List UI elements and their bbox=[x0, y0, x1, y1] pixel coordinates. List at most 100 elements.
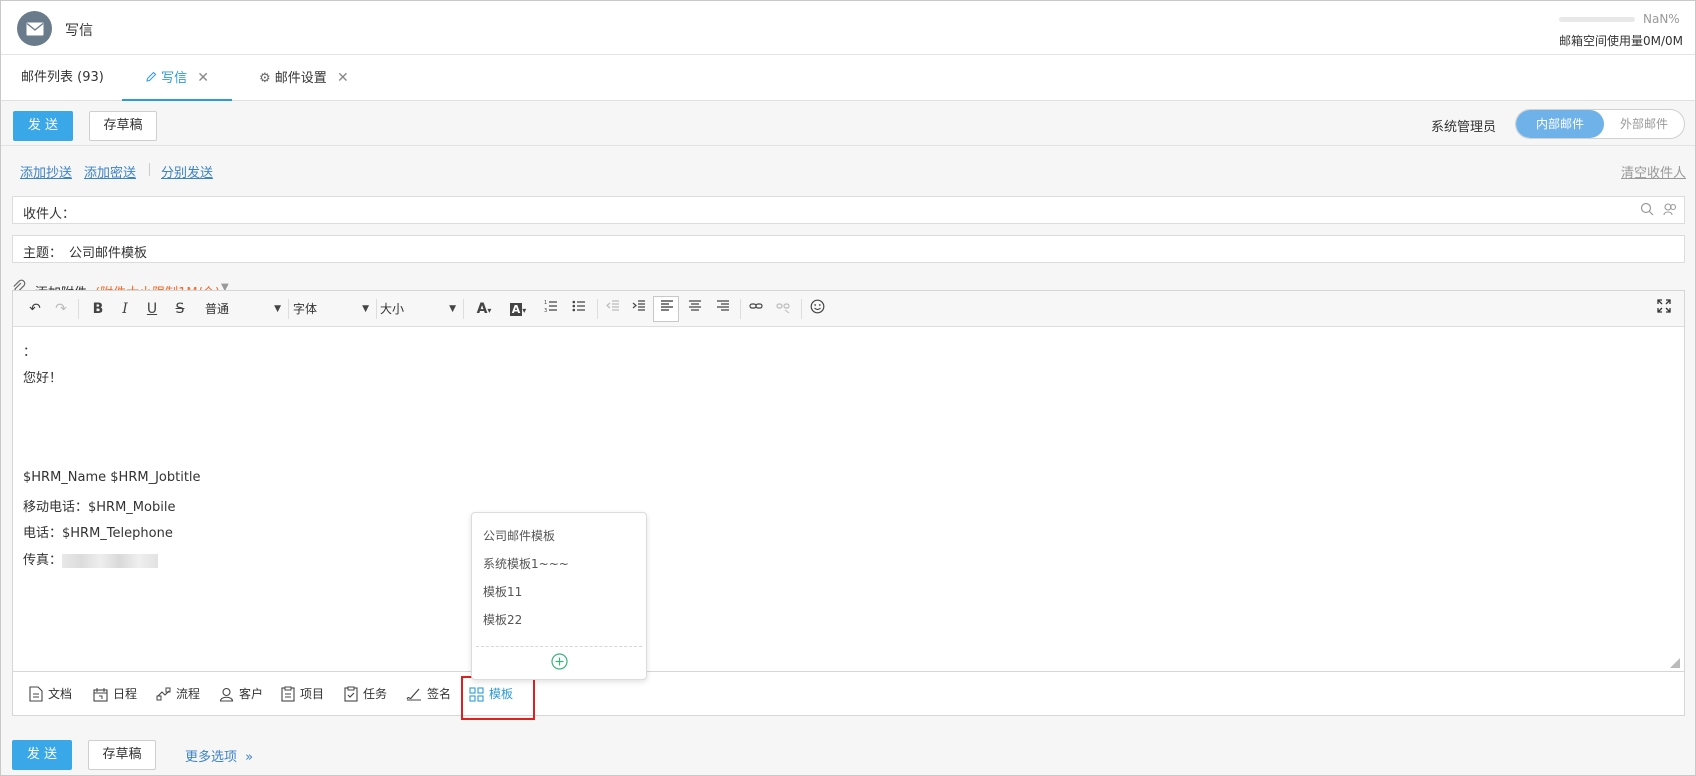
font-color-icon[interactable]: A▾ bbox=[471, 299, 497, 319]
editor-toolbar: ↶ ↷ B I U S 普通 ▼ 字体 ▼ 大小 ▼ A▾ A ▾ 13 bbox=[13, 291, 1684, 327]
ordered-list-icon[interactable]: 13 bbox=[542, 299, 560, 319]
insert-task-button[interactable]: 任务 bbox=[344, 684, 387, 704]
rich-text-editor[interactable]: ↶ ↷ B I U S 普通 ▼ 字体 ▼ 大小 ▼ A▾ A ▾ 13 ： 您… bbox=[12, 290, 1685, 672]
separate-send-link[interactable]: 分别发送 bbox=[161, 162, 213, 181]
subject-value[interactable]: 公司邮件模板 bbox=[69, 242, 147, 261]
send-button-bottom[interactable]: 发 送 bbox=[12, 740, 72, 770]
insert-document-button[interactable]: 文档 bbox=[29, 684, 72, 704]
app-title: 写信 bbox=[65, 23, 93, 39]
font-family-value: 字体 bbox=[293, 302, 318, 316]
calendar-icon bbox=[93, 687, 108, 702]
body-line: 您好！ bbox=[23, 371, 63, 386]
bold-icon[interactable]: B bbox=[89, 299, 107, 319]
signature-icon bbox=[406, 688, 421, 701]
gear-icon: ⚙ bbox=[259, 71, 271, 86]
divider bbox=[376, 299, 377, 319]
tab-settings[interactable]: ⚙ 邮件设置 ✕ bbox=[259, 55, 349, 101]
project-icon bbox=[281, 686, 295, 702]
divider bbox=[78, 299, 79, 319]
background-color-icon[interactable]: A ▾ bbox=[505, 299, 531, 319]
highlight-box bbox=[461, 676, 535, 720]
outdent-icon[interactable] bbox=[604, 299, 622, 319]
quota-percent: NaN% bbox=[1643, 12, 1680, 26]
template-option[interactable]: 系统模板1~~~ bbox=[483, 555, 569, 572]
divider bbox=[1, 145, 1695, 146]
svg-text:1: 1 bbox=[544, 300, 547, 306]
insert-signature-button[interactable]: 签名 bbox=[406, 684, 451, 704]
font-size-value: 大小 bbox=[380, 302, 405, 316]
internal-mail-option[interactable]: 内部邮件 bbox=[1516, 110, 1604, 138]
recipient-field[interactable]: 收件人： bbox=[12, 196, 1685, 224]
insert-project-button[interactable]: 项目 bbox=[281, 684, 324, 704]
font-family-select[interactable]: 字体 ▼ bbox=[293, 299, 369, 319]
add-cc-link[interactable]: 添加抄送 bbox=[20, 162, 72, 181]
recipient-label: 收件人： bbox=[23, 207, 76, 222]
double-chevron-right-icon: » bbox=[245, 750, 254, 765]
unlink-icon[interactable] bbox=[774, 299, 792, 319]
redo-icon[interactable]: ↷ bbox=[51, 299, 71, 319]
strikethrough-icon[interactable]: S bbox=[171, 299, 189, 319]
divider bbox=[476, 646, 642, 647]
clear-recipients-link[interactable]: 清空收件人 bbox=[1621, 162, 1686, 181]
insert-workflow-button[interactable]: 流程 bbox=[156, 684, 200, 704]
insert-toolbar: 文档 日程 流程 客户 项目 任务 签名 模板 bbox=[12, 672, 1685, 720]
divider bbox=[288, 299, 289, 319]
template-dropdown: 公司邮件模板 系统模板1~~~ 模板11 模板22 bbox=[471, 512, 647, 680]
subject-label: 主题： bbox=[23, 246, 63, 261]
insert-label: 文档 bbox=[48, 687, 73, 701]
compose-window: 写信 NaN% 邮箱空间使用量0M/0M 邮件列表 (93) 写信 ✕ ⚙ 邮件… bbox=[0, 0, 1696, 776]
close-icon[interactable]: ✕ bbox=[337, 70, 349, 86]
pencil-icon bbox=[146, 71, 157, 82]
subject-field[interactable]: 主题： 公司邮件模板 bbox=[12, 235, 1685, 263]
italic-icon[interactable]: I bbox=[116, 299, 134, 319]
tab-bar: 邮件列表 (93) 写信 ✕ ⚙ 邮件设置 ✕ bbox=[1, 55, 1695, 101]
save-draft-button-bottom[interactable]: 存草稿 bbox=[88, 740, 156, 770]
divider bbox=[597, 299, 598, 319]
tab-label: 邮件列表 (93) bbox=[21, 70, 104, 85]
search-icon[interactable] bbox=[1640, 202, 1654, 220]
chevron-down-icon: ▼ bbox=[449, 304, 456, 314]
divider bbox=[463, 299, 464, 319]
mail-type-toggle[interactable]: 内部邮件 外部邮件 bbox=[1515, 109, 1685, 139]
align-center-icon[interactable] bbox=[686, 299, 704, 319]
insert-label: 任务 bbox=[363, 687, 388, 701]
insert-label: 流程 bbox=[176, 687, 201, 701]
insert-label: 日程 bbox=[113, 687, 138, 701]
insert-label: 客户 bbox=[239, 687, 264, 701]
save-draft-button[interactable]: 存草稿 bbox=[89, 111, 157, 141]
align-left-icon[interactable] bbox=[658, 299, 676, 319]
tab-mail-list[interactable]: 邮件列表 (93) bbox=[21, 55, 104, 101]
underline-icon[interactable]: U bbox=[143, 299, 161, 319]
template-option[interactable]: 模板22 bbox=[483, 611, 522, 628]
more-options-link[interactable]: 更多选项 » bbox=[185, 746, 253, 765]
svg-text:3: 3 bbox=[544, 308, 547, 313]
tab-compose[interactable]: 写信 ✕ bbox=[122, 55, 232, 101]
template-option[interactable]: 公司邮件模板 bbox=[483, 527, 555, 544]
close-icon[interactable]: ✕ bbox=[197, 70, 209, 86]
divider bbox=[740, 299, 741, 319]
align-right-icon[interactable] bbox=[714, 299, 732, 319]
paragraph-format-select[interactable]: 普通 ▼ bbox=[205, 299, 281, 319]
fullscreen-icon[interactable] bbox=[1655, 299, 1673, 319]
undo-icon[interactable]: ↶ bbox=[25, 299, 45, 319]
compose-area: 发 送 存草稿 系统管理员 内部邮件 外部邮件 添加抄送 添加密送 分别发送 清… bbox=[1, 101, 1695, 775]
contacts-icon[interactable] bbox=[1663, 202, 1677, 220]
body-line: 电话：$HRM_Telephone bbox=[23, 526, 173, 541]
link-icon[interactable] bbox=[747, 299, 765, 319]
insert-calendar-button[interactable]: 日程 bbox=[93, 684, 137, 704]
template-option[interactable]: 模板11 bbox=[483, 583, 522, 600]
add-template-icon[interactable] bbox=[551, 653, 568, 674]
resize-handle-icon[interactable] bbox=[1670, 657, 1680, 668]
paragraph-format-value: 普通 bbox=[205, 302, 230, 316]
body-line: ： bbox=[23, 345, 37, 360]
unordered-list-icon[interactable] bbox=[570, 299, 588, 319]
insert-label: 签名 bbox=[427, 687, 452, 701]
insert-customer-button[interactable]: 客户 bbox=[219, 684, 263, 704]
emoji-icon[interactable] bbox=[808, 299, 826, 319]
indent-icon[interactable] bbox=[630, 299, 648, 319]
task-icon bbox=[344, 686, 358, 702]
font-size-select[interactable]: 大小 ▼ bbox=[380, 299, 456, 319]
external-mail-option[interactable]: 外部邮件 bbox=[1604, 110, 1684, 138]
add-bcc-link[interactable]: 添加密送 bbox=[84, 162, 136, 181]
send-button[interactable]: 发 送 bbox=[13, 111, 73, 141]
